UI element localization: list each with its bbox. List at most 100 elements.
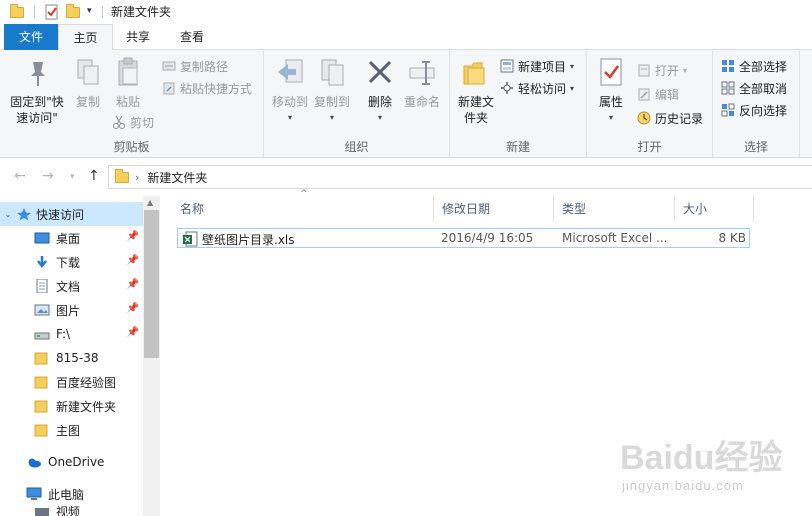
- folder-icon: [34, 423, 50, 437]
- back-arrow-icon[interactable]: ←: [14, 168, 26, 184]
- nav-item-videos[interactable]: 视频: [0, 506, 143, 516]
- column-header-type[interactable]: 类型: [554, 196, 675, 222]
- nav-item-folder-baidu[interactable]: 百度经验图: [0, 370, 143, 394]
- nav-item-documents[interactable]: 文档 📌: [0, 274, 143, 298]
- nav-label: 文档: [56, 279, 81, 294]
- new-folder-button[interactable]: 新建文件夹: [454, 56, 498, 126]
- tab-file[interactable]: 文件: [4, 24, 58, 50]
- rename-icon: [406, 56, 438, 90]
- pin-quick-access-button[interactable]: 固定到"快速访问": [6, 56, 68, 126]
- move-to-button[interactable]: 移动到 ▾: [268, 56, 312, 126]
- chevron-right-icon[interactable]: ›: [135, 171, 139, 184]
- nav-label: 桌面: [56, 231, 81, 246]
- properties-label: 属性: [598, 95, 623, 109]
- chevron-down-icon: ▾: [683, 65, 688, 75]
- move-to-label: 移动到: [271, 95, 308, 109]
- select-none-icon: [721, 81, 735, 95]
- chevron-down-icon: ▾: [608, 113, 613, 122]
- chevron-down-icon[interactable]: ⌄: [0, 210, 16, 219]
- column-header-size[interactable]: 大小: [675, 196, 754, 222]
- drive-icon: [34, 327, 50, 341]
- edit-button[interactable]: 编辑: [637, 84, 679, 104]
- address-input[interactable]: › 新建文件夹: [108, 165, 812, 189]
- nav-label: 主图: [56, 423, 81, 438]
- new-item-icon: [500, 59, 514, 73]
- nav-label: 新建文件夹: [56, 399, 117, 414]
- nav-label: 快速访问: [36, 207, 85, 222]
- column-header-name[interactable]: 名称: [172, 196, 434, 222]
- nav-item-folder-815-38[interactable]: 815-38: [0, 346, 143, 370]
- tab-share[interactable]: 共享: [117, 24, 159, 50]
- scroll-up-icon[interactable]: ▲: [147, 198, 153, 207]
- chevron-down-icon: ▾: [377, 113, 382, 122]
- navigation-pane: ⌄ 快速访问 桌面 📌 下载 📌 文档 📌 图片 📌 F:\ 📌 815-38 …: [0, 196, 160, 516]
- select-all-button[interactable]: 全部选择: [721, 56, 787, 76]
- paste-button[interactable]: 粘贴: [110, 56, 146, 110]
- nav-item-pictures[interactable]: 图片 📌: [0, 298, 143, 322]
- copy-button[interactable]: 复制: [70, 56, 106, 110]
- nav-item-folder-main[interactable]: 主图: [0, 418, 143, 442]
- scrollbar-thumb[interactable]: [144, 210, 159, 358]
- paste-shortcut-button[interactable]: 粘贴快捷方式: [162, 78, 252, 98]
- column-header-date[interactable]: 修改日期: [434, 196, 554, 222]
- nav-scrollbar[interactable]: ▲: [143, 196, 160, 516]
- folder-icon: [34, 399, 50, 413]
- cut-label: 剪切: [130, 115, 155, 130]
- rename-button[interactable]: 重命名: [400, 56, 444, 110]
- select-none-label: 全部取消: [739, 81, 788, 96]
- copy-label: 复制: [75, 95, 100, 109]
- forward-arrow-icon[interactable]: →: [42, 168, 54, 184]
- separator: [34, 6, 35, 18]
- nav-label: OneDrive: [48, 455, 105, 469]
- chevron-down-icon: ▾: [570, 61, 575, 71]
- select-all-label: 全部选择: [739, 59, 788, 74]
- copy-icon: [72, 56, 104, 90]
- open-icon: [637, 63, 651, 77]
- easy-access-label: 轻松访问: [518, 81, 567, 96]
- nav-item-onedrive[interactable]: OneDrive: [0, 450, 143, 474]
- nav-item-this-pc[interactable]: 此电脑: [0, 482, 143, 506]
- recent-locations-icon[interactable]: ▾: [70, 172, 75, 182]
- cut-button[interactable]: 剪切: [112, 112, 154, 132]
- nav-item-drive-f[interactable]: F:\ 📌: [0, 322, 143, 346]
- paste-shortcut-icon: [162, 81, 176, 95]
- nav-item-folder-new[interactable]: 新建文件夹: [0, 394, 143, 418]
- copy-to-button[interactable]: 复制到 ▾: [310, 56, 354, 126]
- file-date: 2016/4/9 16:05: [441, 231, 534, 245]
- tab-home[interactable]: 主页: [58, 24, 113, 51]
- file-name: 壁纸图片目录.xls: [202, 233, 295, 247]
- customize-qat-icon[interactable]: ▾: [87, 6, 103, 22]
- chevron-down-icon: ▾: [329, 113, 334, 122]
- pin-icon: [21, 56, 53, 90]
- invert-selection-button[interactable]: 反向选择: [721, 100, 787, 120]
- history-button[interactable]: 历史记录: [637, 108, 703, 128]
- open-button[interactable]: 打开 ▾: [637, 60, 687, 80]
- tab-view[interactable]: 查看: [172, 24, 212, 50]
- properties-icon: [595, 56, 627, 90]
- nav-item-quick-access[interactable]: ⌄ 快速访问: [0, 202, 143, 226]
- nav-label: 图片: [56, 303, 81, 318]
- nav-item-desktop[interactable]: 桌面 📌: [0, 226, 143, 250]
- file-row[interactable]: 壁纸图片目录.xls 2016/4/9 16:05 Microsoft Exce…: [177, 228, 750, 248]
- up-arrow-icon[interactable]: ↑: [88, 168, 100, 184]
- history-icon: [637, 111, 651, 125]
- watermark-logo: Baidu经验: [620, 439, 783, 477]
- pin-icon: 📌: [126, 303, 139, 314]
- copy-path-button[interactable]: 复制路径: [162, 56, 228, 76]
- select-none-button[interactable]: 全部取消: [721, 78, 787, 98]
- easy-access-button[interactable]: 轻松访问 ▾: [500, 78, 574, 98]
- new-item-button[interactable]: 新建项目 ▾: [500, 56, 574, 76]
- invert-selection-label: 反向选择: [739, 103, 788, 118]
- properties-button[interactable]: 属性 ▾: [593, 56, 629, 126]
- folder-icon: [10, 4, 26, 20]
- nav-label: 视频: [56, 506, 81, 516]
- nav-item-downloads[interactable]: 下载 📌: [0, 250, 143, 274]
- properties-quick-icon[interactable]: [44, 4, 60, 20]
- pin-icon: 📌: [126, 231, 139, 242]
- new-item-label: 新建项目: [518, 59, 567, 74]
- title-bar: ▾ 新建文件夹: [0, 0, 812, 24]
- copy-path-label: 复制路径: [180, 59, 229, 74]
- delete-button[interactable]: 删除 ▾: [362, 56, 398, 126]
- star-icon: [16, 207, 32, 221]
- new-folder-quick-icon[interactable]: [66, 4, 82, 20]
